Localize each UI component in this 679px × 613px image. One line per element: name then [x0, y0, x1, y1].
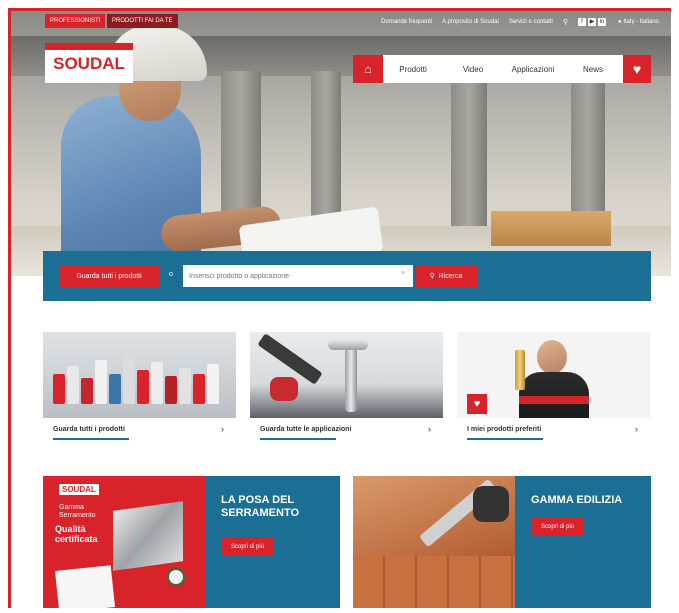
- chevron-right-icon: ›: [221, 424, 224, 434]
- chevron-right-icon: ›: [635, 424, 638, 434]
- heart-icon[interactable]: ♥: [467, 394, 487, 414]
- nav-item-video[interactable]: Video: [443, 55, 503, 83]
- edilizia-panel: GAMMA EDILIZIA Scopri di più: [515, 476, 651, 608]
- discover-button[interactable]: Scopri di più: [531, 518, 585, 536]
- main-nav: ⌂ Prodotti Video Applicazioni News ♥: [353, 55, 651, 83]
- card-favorites-label: I miei prodotti preferiti: [467, 426, 542, 433]
- applications-image: [250, 332, 443, 418]
- language-label: Italy - Italiano: [623, 19, 659, 25]
- product-bottle: [515, 350, 525, 390]
- tab-professionisti[interactable]: PROFESSIONISTI: [45, 14, 106, 28]
- nav-item-news[interactable]: News: [563, 55, 623, 83]
- nav-item-applicazioni[interactable]: Applicazioni: [503, 55, 563, 83]
- hero-pillar: [571, 71, 605, 231]
- brick-row: [353, 556, 515, 608]
- card-underline: [467, 438, 543, 440]
- search-input[interactable]: [183, 265, 413, 287]
- product-can: [67, 366, 79, 404]
- brochure: [54, 565, 116, 608]
- language-selector[interactable]: ● Italy - Italiano: [618, 19, 659, 25]
- worker-glove: [473, 486, 509, 522]
- logo-text: SOUDAL: [53, 54, 125, 73]
- product-can: [193, 374, 205, 404]
- top-links: Domande frequenti A proposito di Soudal …: [381, 15, 659, 29]
- home-icon[interactable]: ⌂: [353, 55, 383, 83]
- search-icon[interactable]: ⚲: [563, 18, 568, 26]
- faucet-spout: [328, 340, 368, 350]
- card-underline: [53, 438, 129, 440]
- search-icon: ⚲: [429, 273, 435, 280]
- nav-item-prodotti[interactable]: Prodotti: [383, 55, 443, 83]
- search-button-label: Ricerca: [438, 272, 463, 280]
- product-can: [95, 360, 107, 404]
- promo-image-logo: SOUDAL: [59, 484, 99, 495]
- card-products[interactable]: Guarda tutti i prodotti ›: [43, 332, 236, 449]
- hero-pillar: [311, 71, 341, 231]
- facebook-icon[interactable]: f: [578, 18, 587, 26]
- card-applications[interactable]: Guarda tutte le applicazioni ›: [250, 332, 443, 449]
- promo-serramento[interactable]: SOUDAL Gamma Serramento Qualità certific…: [43, 476, 340, 608]
- search-button[interactable]: ⚲ Ricerca: [415, 265, 477, 287]
- product-can: [81, 378, 93, 404]
- serramento-panel: LA POSA DEL SERRAMENTO Scopri di più: [205, 476, 340, 608]
- card-applications-label: Guarda tutte le applicazioni: [260, 426, 352, 433]
- person-stripe: [519, 396, 589, 404]
- product-can: [53, 374, 65, 404]
- edilizia-image: [353, 476, 515, 608]
- faucet: [345, 342, 357, 412]
- heart-icon[interactable]: ♥: [623, 55, 651, 83]
- social-links: f ▶ in: [578, 18, 608, 26]
- products-image: [43, 332, 236, 418]
- search-band: Guarda tutti i prodotti o × ⚲ Ricerca: [43, 251, 651, 301]
- hero-banner: PROFESSIONISTI PRODOTTI FAI DA TE Domand…: [11, 11, 671, 276]
- youtube-icon[interactable]: ▶: [588, 18, 597, 26]
- card-underline: [260, 438, 336, 440]
- product-can: [151, 362, 163, 404]
- product-can: [109, 374, 121, 404]
- hero-pallet: [491, 211, 611, 246]
- soudal-logo[interactable]: SOUDAL: [45, 43, 133, 83]
- product-can: [179, 368, 191, 404]
- top-bar: PROFESSIONISTI PRODOTTI FAI DA TE Domand…: [11, 11, 671, 33]
- person-head: [537, 340, 567, 374]
- promo-edilizia[interactable]: GAMMA EDILIZIA Scopri di più: [353, 476, 651, 608]
- worker-glove: [270, 377, 298, 401]
- link-services[interactable]: Servizi e contatti: [509, 19, 553, 25]
- link-faq[interactable]: Domande frequenti: [381, 19, 432, 25]
- card-products-label: Guarda tutti i prodotti: [53, 426, 125, 433]
- search-or-label: o: [169, 271, 173, 278]
- hero-pillar: [451, 71, 487, 231]
- card-favorites[interactable]: ♥ I miei prodotti preferiti ›: [457, 332, 650, 449]
- product-can: [165, 376, 177, 404]
- product-can: [123, 354, 135, 404]
- product-can: [207, 364, 219, 404]
- cert-badge: [167, 568, 185, 586]
- linkedin-icon[interactable]: in: [598, 18, 607, 26]
- all-products-button[interactable]: Guarda tutti i prodotti: [59, 265, 159, 287]
- tab-fai-da-te[interactable]: PRODOTTI FAI DA TE: [107, 14, 178, 28]
- link-about[interactable]: A proposito di Soudal: [442, 19, 499, 25]
- serramento-image: SOUDAL Gamma Serramento Qualità certific…: [43, 476, 205, 608]
- promo-image-text: Gamma Serramento: [59, 504, 96, 519]
- page-frame: PROFESSIONISTI PRODOTTI FAI DA TE Domand…: [8, 8, 671, 608]
- chevron-right-icon: ›: [428, 424, 431, 434]
- clear-icon[interactable]: ×: [401, 270, 405, 277]
- promo-title: LA POSA DEL SERRAMENTO: [221, 494, 300, 519]
- discover-button[interactable]: Scopri di più: [221, 538, 275, 556]
- promo-title: GAMMA EDILIZIA: [531, 494, 623, 506]
- promo-image-quality: Qualità certificata: [55, 524, 98, 544]
- window-profile: [113, 501, 183, 571]
- product-can: [137, 370, 149, 404]
- person-body: [519, 372, 589, 418]
